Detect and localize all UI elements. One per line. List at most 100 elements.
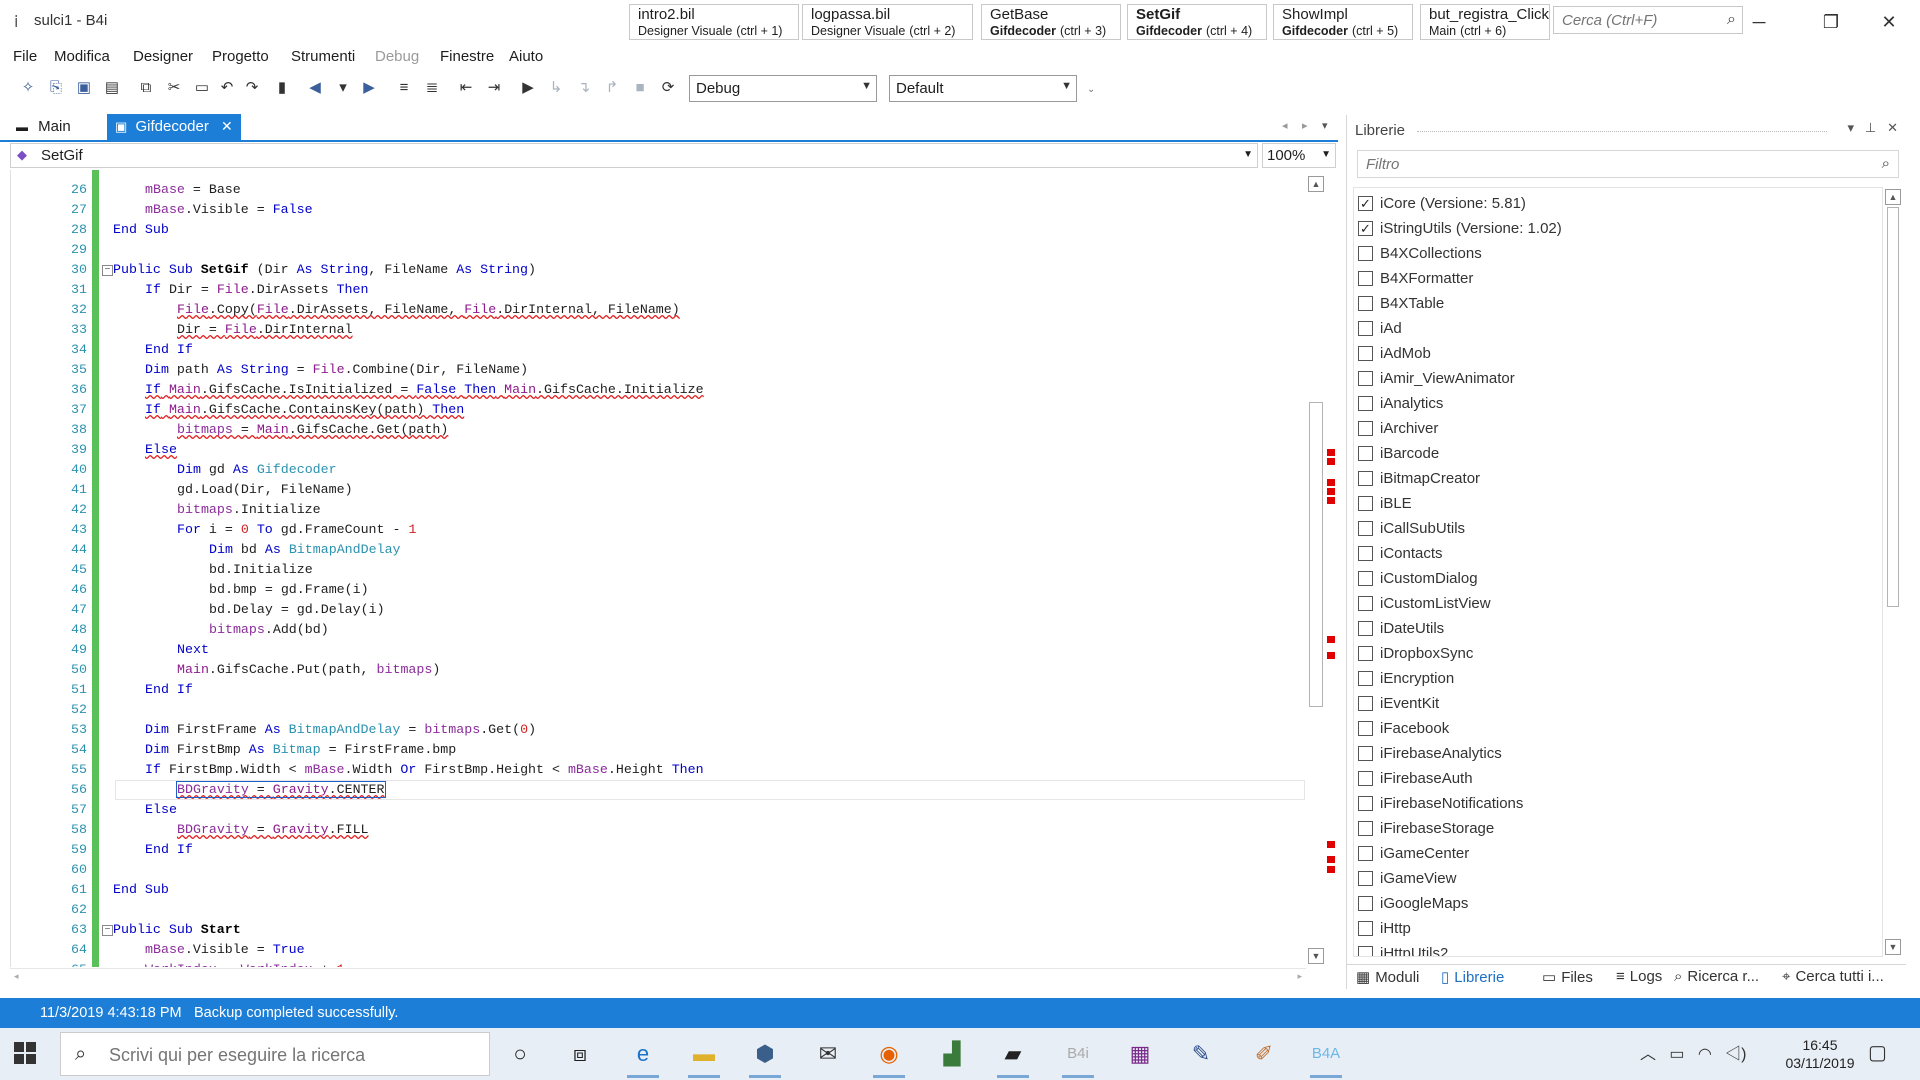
tabs-scroll-right-icon[interactable]: ▸ xyxy=(1302,119,1308,132)
library-filter[interactable]: ⌕ xyxy=(1357,150,1899,178)
error-marker[interactable] xyxy=(1327,458,1335,465)
library-item[interactable]: iEventKit xyxy=(1358,692,1878,717)
checkbox-icon[interactable] xyxy=(1358,271,1373,286)
checkbox-icon[interactable] xyxy=(1358,696,1373,711)
library-item[interactable]: iFirebaseAnalytics xyxy=(1358,742,1878,767)
checkbox-icon[interactable] xyxy=(1358,396,1373,411)
checkbox-icon[interactable] xyxy=(1358,671,1373,686)
menu-aiuto[interactable]: Aiuto xyxy=(509,48,543,65)
error-marker[interactable] xyxy=(1327,479,1335,486)
new-project-icon[interactable]: ✧ xyxy=(18,78,38,98)
b4a-app-icon[interactable]: B4A xyxy=(1302,1036,1350,1078)
code-line[interactable]: 44 Dim bd As BitmapAndDelay xyxy=(11,540,1291,560)
quick-tab-logpassa-bil[interactable]: logpassa.bil Designer Visuale (ctrl + 2) xyxy=(802,4,973,40)
taskbar-search-input[interactable] xyxy=(109,1045,469,1066)
checkbox-icon[interactable] xyxy=(1358,896,1373,911)
uncomment-icon[interactable]: ≣ xyxy=(422,78,442,98)
menu-file[interactable]: File xyxy=(13,48,37,65)
bookmark-icon[interactable]: ▮ xyxy=(272,78,292,98)
device-config-select[interactable]: Default ▼ xyxy=(889,75,1077,102)
restore-button[interactable]: ❐ xyxy=(1808,8,1854,36)
panel-tab-cerca-tutti-i[interactable]: ⌖ Cerca tutti i... xyxy=(1782,968,1884,985)
outdent-icon[interactable]: ⇤ xyxy=(456,78,476,98)
volume-icon[interactable]: ◁) xyxy=(1725,1046,1746,1063)
code-line[interactable]: 57 Else xyxy=(11,800,1291,820)
checkbox-icon[interactable] xyxy=(1358,946,1373,956)
library-item[interactable]: B4XCollections xyxy=(1358,242,1878,267)
code-editor[interactable]: 26 mBase = Base 27 mBase.Visible = False 28 E… xyxy=(10,170,1328,967)
edge-icon[interactable]: e xyxy=(619,1036,667,1078)
checkbox-icon[interactable] xyxy=(1358,546,1373,561)
library-item[interactable]: B4XFormatter xyxy=(1358,267,1878,292)
panel-tab-files[interactable]: ▭ Files xyxy=(1542,968,1593,986)
checkbox-icon[interactable] xyxy=(1358,296,1373,311)
panel-tab-ricerca-r[interactable]: ⌕ Ricerca r... xyxy=(1674,968,1759,985)
panel-tab-logs[interactable]: ≡ Logs xyxy=(1616,968,1662,985)
menu-modifica[interactable]: Modifica xyxy=(54,48,110,65)
undo-icon[interactable]: ↶ xyxy=(217,78,237,98)
code-line[interactable]: 27 mBase.Visible = False xyxy=(11,200,1291,220)
quick-tab-setgif[interactable]: SetGif Gifdecoder (ctrl + 4) xyxy=(1127,4,1267,40)
library-item[interactable]: iFirebaseStorage xyxy=(1358,817,1878,842)
quick-tab-intro2-bil[interactable]: intro2.bil Designer Visuale (ctrl + 1) xyxy=(629,4,799,40)
library-item[interactable]: iCallSubUtils xyxy=(1358,517,1878,542)
scroll-down-icon[interactable]: ▼ xyxy=(1308,948,1324,964)
save-all-icon[interactable]: ▤ xyxy=(102,78,122,98)
editor-horizontal-scrollbar[interactable]: ◂ ▸ xyxy=(10,968,1306,986)
menu-progetto[interactable]: Progetto xyxy=(212,48,269,65)
open-project-icon[interactable]: ⎘ xyxy=(46,78,66,98)
error-marker[interactable] xyxy=(1327,652,1335,659)
checkbox-icon[interactable] xyxy=(1358,921,1373,936)
library-item[interactable]: iHttp xyxy=(1358,917,1878,942)
navigate-back-icon[interactable]: ◀ xyxy=(305,78,325,98)
code-line[interactable]: 50 Main.GifsCache.Put(path, bitmaps) xyxy=(11,660,1291,680)
code-line[interactable]: 41 gd.Load(Dir, FileName) xyxy=(11,480,1291,500)
code-line[interactable]: 34 End If xyxy=(11,340,1291,360)
pin-icon[interactable]: ⊥ xyxy=(1865,120,1876,135)
run-icon[interactable]: ▶ xyxy=(518,78,538,98)
cortana-icon[interactable]: ○ xyxy=(496,1036,544,1072)
checkbox-icon[interactable] xyxy=(1358,321,1373,336)
code-line[interactable]: 56 BDGravity = Gravity.CENTER xyxy=(11,780,1291,800)
code-line[interactable]: 63 − Public Sub Start xyxy=(11,920,1291,940)
code-line[interactable]: 65 WorkIndex = WorkIndex + 1 xyxy=(11,960,1291,967)
panel-dropdown-icon[interactable]: ▾ xyxy=(1848,120,1855,135)
library-item[interactable]: iCustomDialog xyxy=(1358,567,1878,592)
checkbox-icon[interactable] xyxy=(1358,346,1373,361)
library-item[interactable]: iDropboxSync xyxy=(1358,642,1878,667)
code-line[interactable]: 35 Dim path As String = File.Combine(Dir,… xyxy=(11,360,1291,380)
member-select[interactable]: ◆ SetGif ▼ xyxy=(10,143,1258,168)
library-item[interactable]: iGameView xyxy=(1358,867,1878,892)
winrar-icon[interactable]: ▦ xyxy=(1116,1036,1164,1072)
library-item[interactable]: ✓ iStringUtils (Versione: 1.02) xyxy=(1358,217,1878,242)
code-line[interactable]: 37 If Main.GifsCache.ContainsKey(path) Th… xyxy=(11,400,1291,420)
checkbox-icon[interactable] xyxy=(1358,371,1373,386)
error-marker[interactable] xyxy=(1327,636,1335,643)
code-line[interactable]: 54 Dim FirstBmp As Bitmap = FirstFrame.bm… xyxy=(11,740,1291,760)
checkbox-icon[interactable] xyxy=(1358,521,1373,536)
checkbox-icon[interactable] xyxy=(1358,496,1373,511)
checkbox-icon[interactable] xyxy=(1358,771,1373,786)
code-line[interactable]: 33 Dir = File.DirInternal xyxy=(11,320,1291,340)
checkbox-icon[interactable] xyxy=(1358,646,1373,661)
error-marker[interactable] xyxy=(1327,866,1335,873)
library-item[interactable]: iEncryption xyxy=(1358,667,1878,692)
code-line[interactable]: 52 xyxy=(11,700,1291,720)
menu-finestre[interactable]: Finestre xyxy=(440,48,494,65)
code-line[interactable]: 46 bd.bmp = gd.Frame(i) xyxy=(11,580,1291,600)
error-marker[interactable] xyxy=(1327,449,1335,456)
copy-icon[interactable]: ⧉ xyxy=(136,78,156,98)
windows-start-icon[interactable] xyxy=(14,1042,38,1066)
comment-icon[interactable]: ≡ xyxy=(394,78,414,98)
error-marker[interactable] xyxy=(1327,841,1335,848)
code-line[interactable]: 30 − Public Sub SetGif (Dir As String, Fil… xyxy=(11,260,1291,280)
show-hidden-icons-icon[interactable]: ︿ xyxy=(1640,1046,1656,1063)
navigate-forward-icon[interactable]: ▶ xyxy=(359,78,379,98)
library-item[interactable]: iFirebaseAuth xyxy=(1358,767,1878,792)
code-line[interactable]: 60 xyxy=(11,860,1291,880)
code-line[interactable]: 61 End Sub xyxy=(11,880,1291,900)
code-line[interactable]: 43 For i = 0 To gd.FrameCount - 1 xyxy=(11,520,1291,540)
library-item[interactable]: ✓ iCore (Versione: 5.81) xyxy=(1358,192,1878,217)
library-item[interactable]: iContacts xyxy=(1358,542,1878,567)
library-item[interactable]: iHttpUtils2 xyxy=(1358,942,1878,956)
